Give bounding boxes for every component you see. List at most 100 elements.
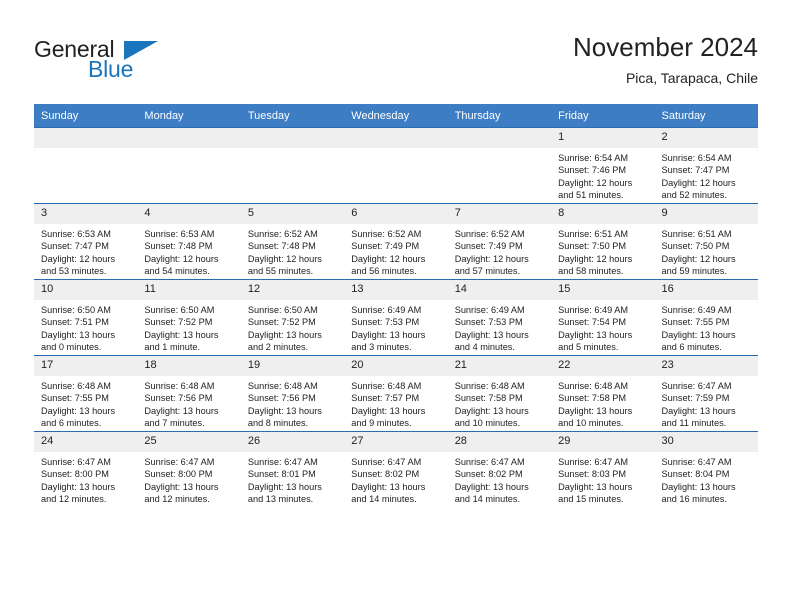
calendar-day-cell[interactable]: 29 Sunrise: 6:47 AM Sunset: 8:03 PM Dayligh… — [551, 431, 655, 507]
calendar-day-details: Sunrise: 6:48 AM Sunset: 7:58 PM Daylight:… — [551, 376, 654, 430]
daylight-text: Daylight: 13 hours and 2 minutes. — [247, 329, 322, 353]
calendar-day-number: 9 — [654, 204, 758, 224]
calendar-day-number: 19 — [240, 356, 345, 376]
sunset-text: Sunset: 7:50 PM — [558, 241, 627, 252]
daylight-text: Daylight: 13 hours and 12 minutes. — [41, 481, 116, 505]
calendar-day-details: Sunrise: 6:47 AM Sunset: 8:02 PM Daylight:… — [448, 452, 551, 506]
calendar-day-cell[interactable]: 18 Sunrise: 6:48 AM Sunset: 7:56 PM Dayligh… — [137, 355, 241, 432]
calendar-day-cell[interactable]: 27 Sunrise: 6:47 AM Sunset: 8:02 PM Dayligh… — [344, 431, 448, 507]
calendar-day-cell[interactable]: 24 Sunrise: 6:47 AM Sunset: 8:00 PM Dayligh… — [34, 431, 138, 507]
weekday-header-tuesday: Tuesday — [240, 104, 345, 128]
calendar-day-cell[interactable]: 20 Sunrise: 6:48 AM Sunset: 7:57 PM Dayligh… — [344, 355, 448, 432]
sunrise-text: Sunrise: 6:47 AM — [454, 457, 525, 467]
calendar-day-cell[interactable]: 1 Sunrise: 6:54 AM Sunset: 7:46 PM Daylight… — [551, 127, 655, 204]
calendar-day-cell[interactable]: 26 Sunrise: 6:47 AM Sunset: 8:01 PM Dayligh… — [240, 431, 345, 507]
calendar-week-row: 1 Sunrise: 6:54 AM Sunset: 7:46 PM Daylight… — [34, 127, 758, 204]
daylight-text: Daylight: 13 hours and 14 minutes. — [351, 481, 426, 505]
calendar-day-cell[interactable]: 16 Sunrise: 6:49 AM Sunset: 7:55 PM Dayligh… — [654, 279, 758, 356]
daylight-text: Daylight: 13 hours and 6 minutes. — [661, 329, 736, 353]
calendar-day-cell-empty — [344, 127, 448, 204]
calendar-day-cell[interactable]: 14 Sunrise: 6:49 AM Sunset: 7:53 PM Dayligh… — [447, 279, 552, 356]
calendar-day-cell[interactable]: 3 Sunrise: 6:53 AM Sunset: 7:47 PM Daylight… — [34, 203, 138, 280]
calendar-page: General Blue November 2024 Pica, Tarapac… — [0, 0, 792, 612]
calendar-day-number: 28 — [447, 432, 552, 452]
sunset-text: Sunset: 7:47 PM — [661, 165, 730, 176]
calendar-day-details: Sunrise: 6:48 AM Sunset: 7:56 PM Daylight:… — [241, 376, 344, 430]
calendar-day-cell[interactable]: 6 Sunrise: 6:52 AM Sunset: 7:49 PM Daylight… — [344, 203, 448, 280]
calendar-day-cell[interactable]: 7 Sunrise: 6:52 AM Sunset: 7:49 PM Daylight… — [447, 203, 552, 280]
calendar-day-number: 10 — [34, 280, 138, 300]
calendar-day-cell[interactable]: 15 Sunrise: 6:49 AM Sunset: 7:54 PM Dayligh… — [551, 279, 655, 356]
weekday-header-row: Sunday Monday Tuesday Wednesday Thursday… — [34, 104, 758, 128]
calendar-day-cell[interactable]: 4 Sunrise: 6:53 AM Sunset: 7:48 PM Daylight… — [137, 203, 241, 280]
calendar-day-number — [344, 128, 448, 148]
calendar-day-number: 6 — [344, 204, 448, 224]
sunrise-text: Sunrise: 6:48 AM — [247, 381, 318, 391]
daylight-text: Daylight: 13 hours and 0 minutes. — [41, 329, 116, 353]
calendar-day-details: Sunrise: 6:49 AM Sunset: 7:53 PM Daylight:… — [448, 300, 551, 354]
calendar-day-details: Sunrise: 6:47 AM Sunset: 8:00 PM Daylight:… — [137, 452, 240, 506]
calendar-day-number: 25 — [137, 432, 241, 452]
calendar-day-cell[interactable]: 10 Sunrise: 6:50 AM Sunset: 7:51 PM Dayligh… — [34, 279, 138, 356]
weekday-header-monday: Monday — [137, 104, 241, 128]
calendar-day-details: Sunrise: 6:48 AM Sunset: 7:55 PM Daylight:… — [34, 376, 137, 430]
sunrise-text: Sunrise: 6:49 AM — [454, 305, 525, 315]
weekday-header-wednesday: Wednesday — [344, 104, 448, 128]
sunrise-text: Sunrise: 6:50 AM — [41, 305, 111, 315]
calendar-day-number: 20 — [344, 356, 448, 376]
sunrise-text: Sunrise: 6:48 AM — [558, 381, 629, 391]
calendar-day-cell[interactable]: 21 Sunrise: 6:48 AM Sunset: 7:58 PM Dayligh… — [447, 355, 552, 432]
calendar-day-details: Sunrise: 6:52 AM Sunset: 7:49 PM Daylight:… — [344, 224, 447, 278]
calendar-day-details: Sunrise: 6:52 AM Sunset: 7:49 PM Daylight:… — [448, 224, 551, 278]
calendar-day-details: Sunrise: 6:52 AM Sunset: 7:48 PM Daylight:… — [241, 224, 344, 278]
title-block: November 2024 Pica, Tarapaca, Chile — [573, 30, 758, 88]
daylight-text: Daylight: 12 hours and 52 minutes. — [661, 177, 736, 201]
calendar-day-cell[interactable]: 30 Sunrise: 6:47 AM Sunset: 8:04 PM Dayligh… — [654, 431, 758, 507]
calendar-day-details: Sunrise: 6:53 AM Sunset: 7:48 PM Daylight:… — [137, 224, 240, 278]
calendar-day-number: 30 — [654, 432, 758, 452]
daylight-text: Daylight: 12 hours and 54 minutes. — [144, 253, 219, 277]
calendar-day-details: Sunrise: 6:53 AM Sunset: 7:47 PM Daylight:… — [34, 224, 137, 278]
calendar-day-number — [34, 128, 138, 148]
calendar-day-cell[interactable]: 9 Sunrise: 6:51 AM Sunset: 7:50 PM Daylight… — [654, 203, 758, 280]
calendar-day-number: 8 — [551, 204, 655, 224]
calendar-day-cell[interactable]: 5 Sunrise: 6:52 AM Sunset: 7:48 PM Daylight… — [240, 203, 345, 280]
calendar-day-cell[interactable]: 23 Sunrise: 6:47 AM Sunset: 7:59 PM Dayligh… — [654, 355, 758, 432]
calendar-day-number: 13 — [344, 280, 448, 300]
sunset-text: Sunset: 7:47 PM — [41, 241, 109, 252]
calendar-day-cell[interactable]: 11 Sunrise: 6:50 AM Sunset: 7:52 PM Dayligh… — [137, 279, 241, 356]
sunset-text: Sunset: 7:48 PM — [144, 241, 213, 252]
sunset-text: Sunset: 8:01 PM — [247, 469, 316, 480]
generalblue-logo[interactable]: General Blue — [34, 36, 184, 86]
calendar-day-cell[interactable]: 17 Sunrise: 6:48 AM Sunset: 7:55 PM Dayligh… — [34, 355, 138, 432]
calendar-day-cell[interactable]: 8 Sunrise: 6:51 AM Sunset: 7:50 PM Daylight… — [551, 203, 655, 280]
calendar-day-cell[interactable]: 25 Sunrise: 6:47 AM Sunset: 8:00 PM Dayligh… — [137, 431, 241, 507]
daylight-text: Daylight: 13 hours and 16 minutes. — [661, 481, 736, 505]
daylight-text: Daylight: 12 hours and 55 minutes. — [247, 253, 322, 277]
sunrise-text: Sunrise: 6:47 AM — [144, 457, 215, 467]
sunset-text: Sunset: 7:53 PM — [454, 317, 523, 328]
calendar-day-cell[interactable]: 2 Sunrise: 6:54 AM Sunset: 7:47 PM Daylight… — [654, 127, 758, 204]
daylight-text: Daylight: 13 hours and 12 minutes. — [144, 481, 219, 505]
calendar-day-number: 7 — [447, 204, 552, 224]
daylight-text: Daylight: 13 hours and 6 minutes. — [41, 405, 116, 429]
calendar-day-cell[interactable]: 28 Sunrise: 6:47 AM Sunset: 8:02 PM Dayligh… — [447, 431, 552, 507]
sunset-text: Sunset: 8:02 PM — [454, 469, 523, 480]
sunrise-text: Sunrise: 6:48 AM — [351, 381, 422, 391]
calendar-day-number: 27 — [344, 432, 448, 452]
sunset-text: Sunset: 7:55 PM — [661, 317, 730, 328]
sunrise-text: Sunrise: 6:54 AM — [558, 153, 629, 163]
calendar-day-details: Sunrise: 6:54 AM Sunset: 7:46 PM Daylight:… — [551, 148, 654, 202]
sunrise-text: Sunrise: 6:48 AM — [144, 381, 215, 391]
calendar-day-number: 12 — [240, 280, 345, 300]
calendar-day-cell[interactable]: 13 Sunrise: 6:49 AM Sunset: 7:53 PM Dayligh… — [344, 279, 448, 356]
page-title: November 2024 — [573, 32, 758, 62]
page-header: General Blue November 2024 Pica, Tarapac… — [0, 0, 792, 100]
sunrise-text: Sunrise: 6:51 AM — [558, 229, 629, 239]
calendar-day-details: Sunrise: 6:48 AM Sunset: 7:57 PM Daylight:… — [344, 376, 447, 430]
sunrise-text: Sunrise: 6:48 AM — [454, 381, 525, 391]
sunrise-text: Sunrise: 6:52 AM — [351, 229, 422, 239]
calendar-day-cell[interactable]: 12 Sunrise: 6:50 AM Sunset: 7:52 PM Dayligh… — [240, 279, 345, 356]
calendar-day-cell[interactable]: 22 Sunrise: 6:48 AM Sunset: 7:58 PM Dayligh… — [551, 355, 655, 432]
calendar-day-cell[interactable]: 19 Sunrise: 6:48 AM Sunset: 7:56 PM Dayligh… — [240, 355, 345, 432]
